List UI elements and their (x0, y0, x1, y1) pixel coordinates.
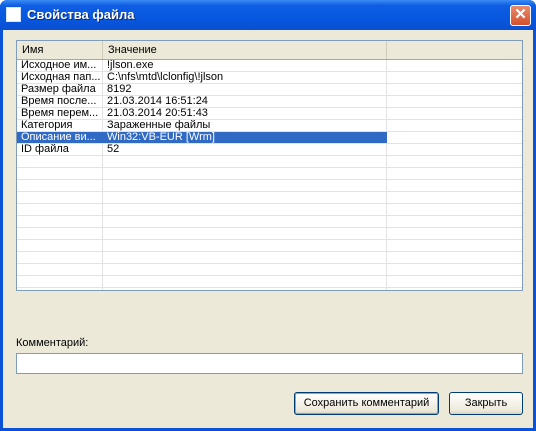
property-name: Размер файла (21, 84, 96, 95)
property-name: ID файла (21, 144, 69, 155)
column-header-value[interactable]: Значение (103, 41, 387, 59)
dialog-body: Имя Значение Исходное им... !jlson.exe Исх… (3, 30, 533, 428)
property-name: Описание ви... (17, 132, 103, 143)
list-row[interactable]: Время перем... 21.03.2014 20:51:43 (17, 108, 522, 120)
title-bar[interactable]: Свойства файла ✕ (0, 0, 536, 30)
property-value: Зараженные файлы (107, 120, 211, 131)
empty-list-row (17, 252, 522, 264)
empty-list-row (17, 276, 522, 288)
property-name: Категория (21, 120, 73, 131)
file-properties-window: Свойства файла ✕ Имя Значение Исходное и… (0, 0, 536, 431)
empty-list-row (17, 192, 522, 204)
empty-list-row (17, 168, 522, 180)
empty-list-row (17, 204, 522, 216)
list-row[interactable]: Исходная пап... C:\nfs\mtd\lclonfig\!jlso… (17, 72, 522, 84)
properties-list[interactable]: Имя Значение Исходное им... !jlson.exe Исх… (16, 40, 523, 291)
save-comment-button[interactable]: Сохранить комментарий (294, 392, 439, 415)
property-value: C:\nfs\mtd\lclonfig\!jlson (107, 72, 224, 83)
property-name: Время перем... (21, 108, 99, 119)
list-row[interactable]: Размер файла 8192 (17, 84, 522, 96)
property-value: 21.03.2014 20:51:43 (107, 108, 208, 119)
list-row[interactable]: Исходное им... !jlson.exe (17, 60, 522, 72)
property-value: 52 (107, 144, 120, 155)
property-name: Исходная пап... (21, 72, 101, 83)
comment-input[interactable] (16, 353, 523, 374)
empty-list-row (17, 240, 522, 252)
window-title: Свойства файла (27, 7, 135, 22)
column-header-empty[interactable] (387, 41, 522, 59)
property-name: Исходное им... (21, 60, 97, 71)
property-value: Win32:VB-EUR [Wrm] (103, 132, 387, 143)
property-value: 8192 (107, 84, 132, 95)
comment-label-text: Комментарий: (16, 337, 89, 349)
property-value: 21.03.2014 16:51:24 (107, 96, 208, 107)
property-value: !jlson.exe (107, 60, 154, 71)
list-row[interactable]: Описание ви... Win32:VB-EUR [Wrm] (17, 132, 522, 144)
list-row[interactable]: Категория Зараженные файлы (17, 120, 522, 132)
list-rows: Исходное им... !jlson.exe Исходная пап... C… (17, 60, 522, 288)
list-row[interactable]: ID файла 52 (17, 144, 522, 156)
column-header-name[interactable]: Имя (17, 41, 103, 59)
window-icon (6, 7, 21, 22)
close-icon[interactable]: ✕ (510, 5, 531, 26)
property-name: Время после... (21, 96, 97, 107)
empty-list-row (17, 216, 522, 228)
comment-label: Комментарий: (16, 337, 88, 349)
list-header: Имя Значение (17, 41, 522, 60)
empty-list-row (17, 264, 522, 276)
empty-list-row (17, 180, 522, 192)
list-row[interactable]: Время после... 21.03.2014 16:51:24 (17, 96, 522, 108)
empty-list-row (17, 228, 522, 240)
empty-list-row (17, 156, 522, 168)
close-button[interactable]: Закрыть (449, 392, 523, 415)
